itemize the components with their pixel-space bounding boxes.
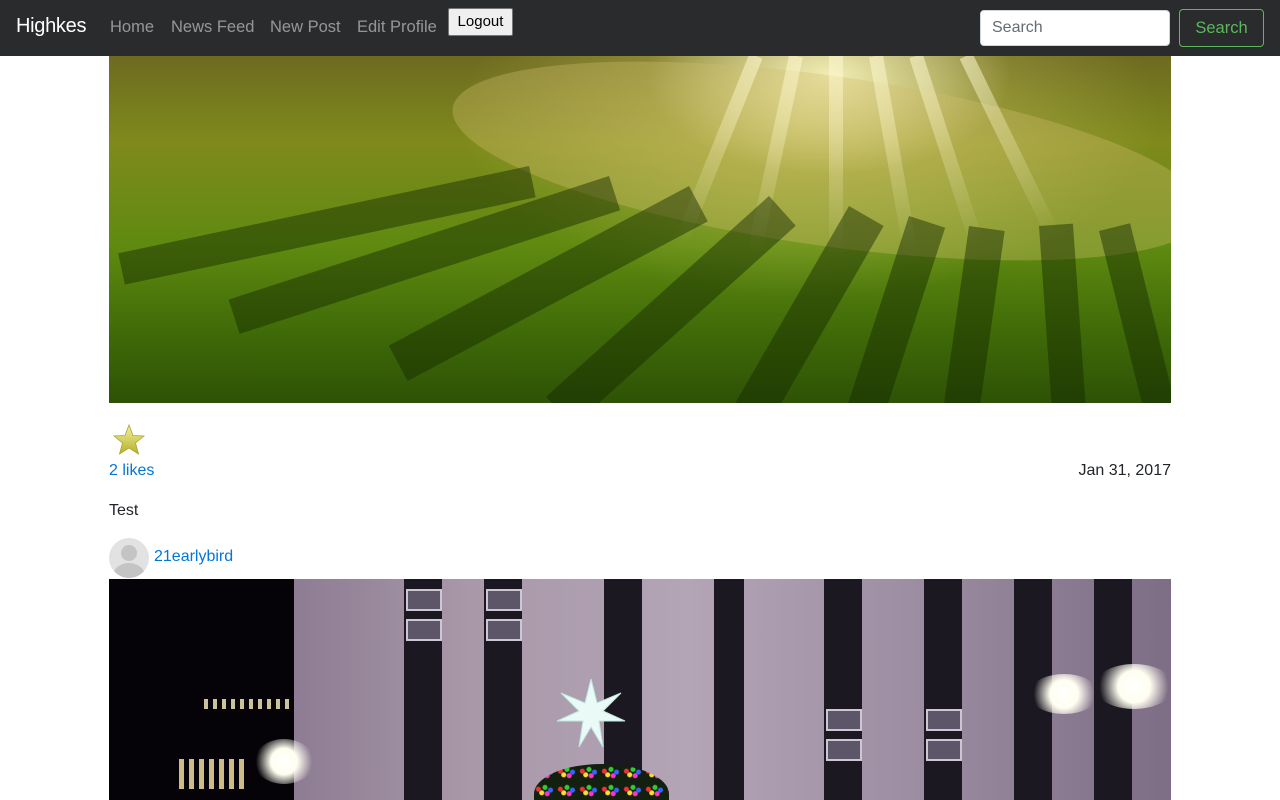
brand-logo[interactable]: Highkes: [16, 15, 86, 38]
search-button[interactable]: Search: [1179, 9, 1264, 47]
post-image: [109, 579, 1171, 800]
nav-link-news-feed[interactable]: News Feed: [171, 18, 254, 37]
nav-link-home[interactable]: Home: [110, 18, 154, 37]
post-image: [109, 56, 1171, 403]
image-pillar: [924, 579, 962, 800]
star-icon[interactable]: [112, 423, 146, 457]
image-shadow: [1099, 223, 1171, 403]
image-window: [826, 739, 862, 761]
search-input[interactable]: [980, 10, 1170, 46]
logout-button[interactable]: Logout: [448, 8, 513, 36]
nav-link-edit-profile[interactable]: Edit Profile: [357, 18, 437, 37]
nav-link-new-post[interactable]: New Post: [270, 18, 341, 37]
image-window: [486, 619, 522, 641]
image-pillar: [824, 579, 862, 800]
avatar-head: [121, 545, 137, 561]
image-lamp: [254, 739, 314, 784]
image-pillar: [714, 579, 744, 800]
image-window: [926, 739, 962, 761]
image-tree-star: [556, 678, 626, 748]
post-date: Jan 31, 2017: [1078, 462, 1171, 479]
image-window: [406, 619, 442, 641]
image-pillar: [404, 579, 442, 800]
image-window: [486, 589, 522, 611]
image-window: [826, 709, 862, 731]
image-pillar: [484, 579, 522, 800]
top-navbar: Highkes Home News Feed New Post Edit Pro…: [0, 0, 1280, 56]
image-window-lights: [179, 759, 249, 789]
post-caption: Test: [109, 502, 139, 519]
likes-link[interactable]: 2 likes: [109, 462, 154, 480]
username-link[interactable]: 21earlybird: [154, 548, 233, 566]
image-lamp: [1094, 664, 1171, 709]
image-window: [926, 709, 962, 731]
avatar[interactable]: [109, 538, 149, 578]
image-window-lights: [204, 699, 294, 709]
image-window: [406, 589, 442, 611]
avatar-body: [113, 563, 145, 578]
image-lamp: [1029, 674, 1099, 714]
